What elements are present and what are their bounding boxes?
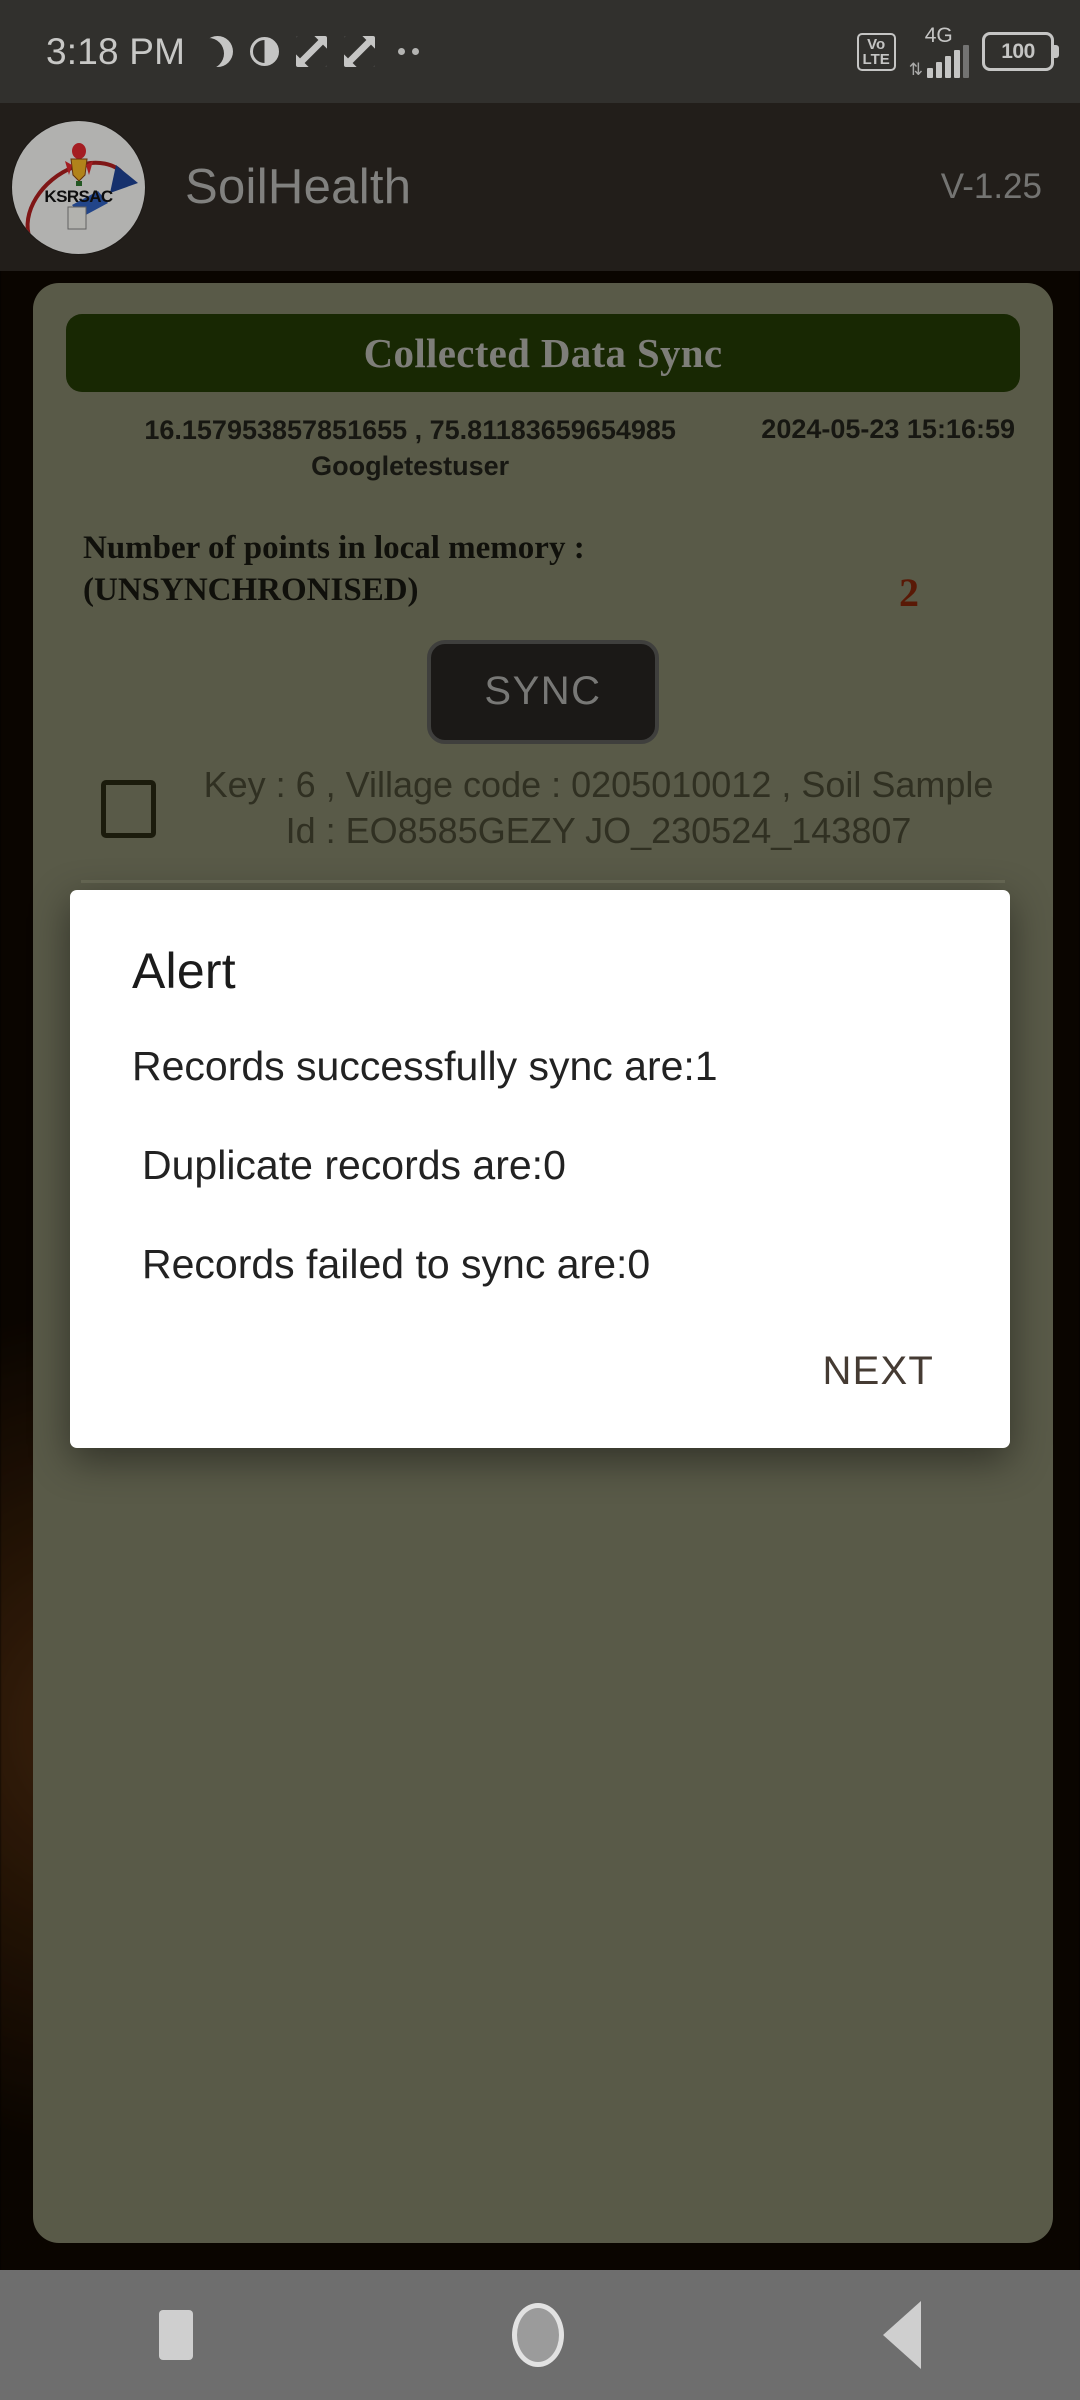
recents-square-icon[interactable] xyxy=(159,2310,194,2360)
dialog-title: Alert xyxy=(132,943,236,999)
alert-dialog: Alert Records successfully sync are:1 Du… xyxy=(70,890,1010,1448)
dialog-line-success: Records successfully sync are:1 xyxy=(132,1043,718,1089)
system-navigation-bar xyxy=(0,2270,1080,2400)
phone-screen: 3:18 PM Vo LTE 4G ⇅ 100 KSRSAC SoilHealt… xyxy=(0,0,1080,2400)
back-triangle-icon[interactable] xyxy=(882,2301,921,2369)
next-button[interactable]: NEXT xyxy=(817,1343,940,1400)
home-circle-icon[interactable] xyxy=(511,2303,564,2367)
dialog-line-duplicate: Duplicate records are:0 xyxy=(142,1142,566,1188)
dialog-actions: NEXT xyxy=(132,1343,948,1422)
dialog-message-block: Records successfully sync are:1 Duplicat… xyxy=(132,1046,948,1285)
dialog-line-failed: Records failed to sync are:0 xyxy=(142,1241,651,1287)
